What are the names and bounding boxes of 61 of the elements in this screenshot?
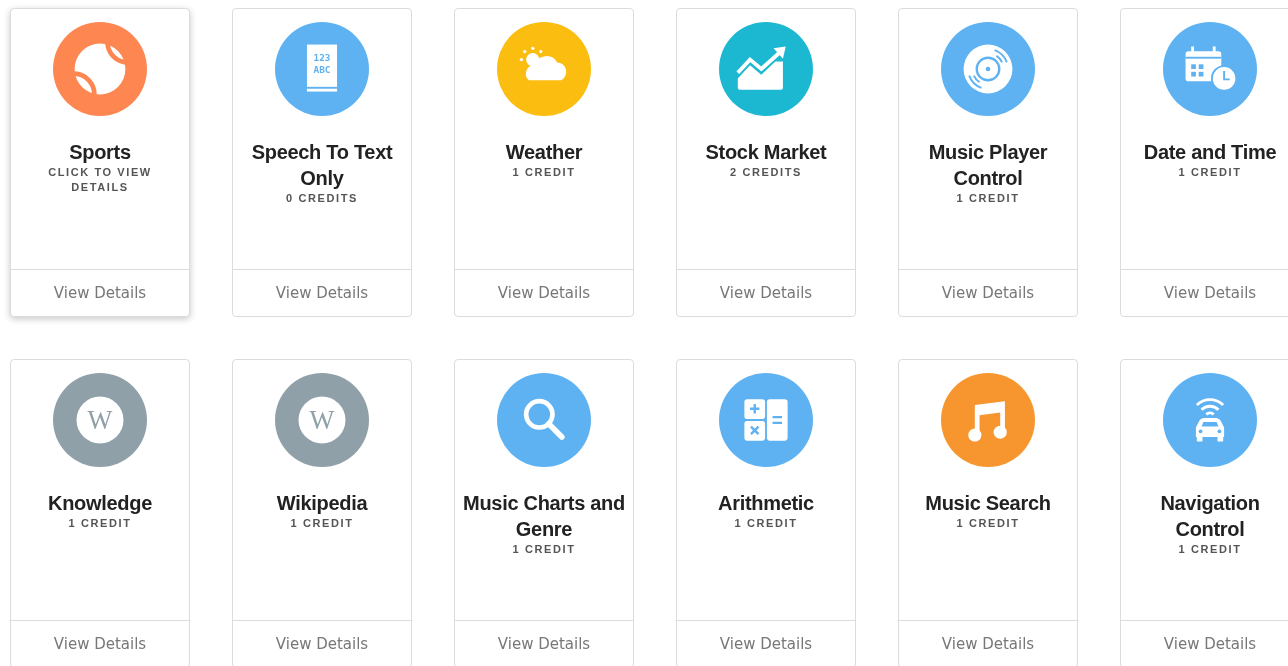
skill-title: Stock Market <box>704 140 828 165</box>
credit-label: 1 CREDIT <box>733 516 799 531</box>
icon-label: ABC <box>313 63 331 75</box>
icon-letter: W <box>309 406 335 436</box>
view-details-link[interactable]: View Details <box>233 620 411 666</box>
credit-label: 0 CREDITS <box>285 191 359 206</box>
credit-label: 1 CREDIT <box>511 542 577 557</box>
view-details-link[interactable]: View Details <box>899 269 1077 316</box>
ball-icon <box>53 22 147 116</box>
credit-label: 1 CREDIT <box>289 516 355 531</box>
chart-icon <box>719 22 813 116</box>
view-details-link[interactable]: View Details <box>677 269 855 316</box>
skill-card[interactable]: Music Search 1 CREDIT View Details <box>898 359 1078 666</box>
skill-title: Date and Time <box>1142 140 1278 165</box>
icon-label: 123 <box>313 51 331 63</box>
skill-title: Wikipedia <box>275 491 369 516</box>
icon-letter: W <box>87 406 113 436</box>
car-signal-icon <box>1163 373 1257 467</box>
view-details-link[interactable]: View Details <box>1121 620 1288 666</box>
credit-label: CLICK TO VIEW DETAILS <box>47 165 153 195</box>
skill-card[interactable]: Date and Time 1 CREDIT View Details <box>1120 8 1288 317</box>
view-details-link[interactable]: View Details <box>1121 269 1288 316</box>
skill-title: Knowledge <box>47 491 153 516</box>
skill-card[interactable]: Stock Market 2 CREDITS View Details <box>676 8 856 317</box>
skill-card[interactable]: Arithmetic 1 CREDIT View Details <box>676 359 856 666</box>
view-details-link[interactable]: View Details <box>11 269 189 316</box>
skill-card[interactable]: 123 ABC Speech To Text Only 0 CREDITS View Details <box>232 8 412 317</box>
skill-title: Weather <box>504 140 584 165</box>
skill-title: Arithmetic <box>717 491 815 516</box>
view-details-link[interactable]: View Details <box>233 269 411 316</box>
skill-title: Music Charts and Genre <box>462 491 626 542</box>
view-details-link[interactable]: View Details <box>899 620 1077 666</box>
credit-label: 1 CREDIT <box>511 165 577 180</box>
skill-title: Music Search <box>924 491 1052 516</box>
skill-card[interactable]: Weather 1 CREDIT View Details <box>454 8 634 317</box>
skill-card[interactable]: W Wikipedia 1 CREDIT View Details <box>232 359 412 666</box>
skill-card[interactable]: W Knowledge 1 CREDIT View Details <box>10 359 190 666</box>
credit-label: 1 CREDIT <box>955 516 1021 531</box>
skill-title: Music Player Control <box>927 140 1049 191</box>
skill-title: Sports <box>68 140 132 165</box>
credit-label: 1 CREDIT <box>1177 542 1243 557</box>
calendar-clock-icon <box>1163 22 1257 116</box>
skill-title: Speech To Text Only <box>250 140 394 191</box>
calculator-icon <box>719 373 813 467</box>
credit-label: 1 CREDIT <box>1177 165 1243 180</box>
skill-title: Navigation Control <box>1159 491 1261 542</box>
skill-card[interactable]: Music Player Control 1 CREDIT View Details <box>898 8 1078 317</box>
credit-label: 1 CREDIT <box>67 516 133 531</box>
skill-card[interactable]: Music Charts and Genre 1 CREDIT View Details <box>454 359 634 666</box>
music-note-icon <box>941 373 1035 467</box>
skill-card[interactable]: Sports CLICK TO VIEW DETAILS View Details <box>10 8 190 317</box>
credit-label: 1 CREDIT <box>955 191 1021 206</box>
vinyl-disc-icon <box>941 22 1035 116</box>
sun-cloud-icon <box>497 22 591 116</box>
view-details-link[interactable]: View Details <box>11 620 189 666</box>
view-details-link[interactable]: View Details <box>455 269 633 316</box>
credit-label: 2 CREDITS <box>729 165 803 180</box>
skill-card[interactable]: Navigation Control 1 CREDIT View Details <box>1120 359 1288 666</box>
view-details-link[interactable]: View Details <box>677 620 855 666</box>
search-icon <box>497 373 591 467</box>
view-details-link[interactable]: View Details <box>455 620 633 666</box>
